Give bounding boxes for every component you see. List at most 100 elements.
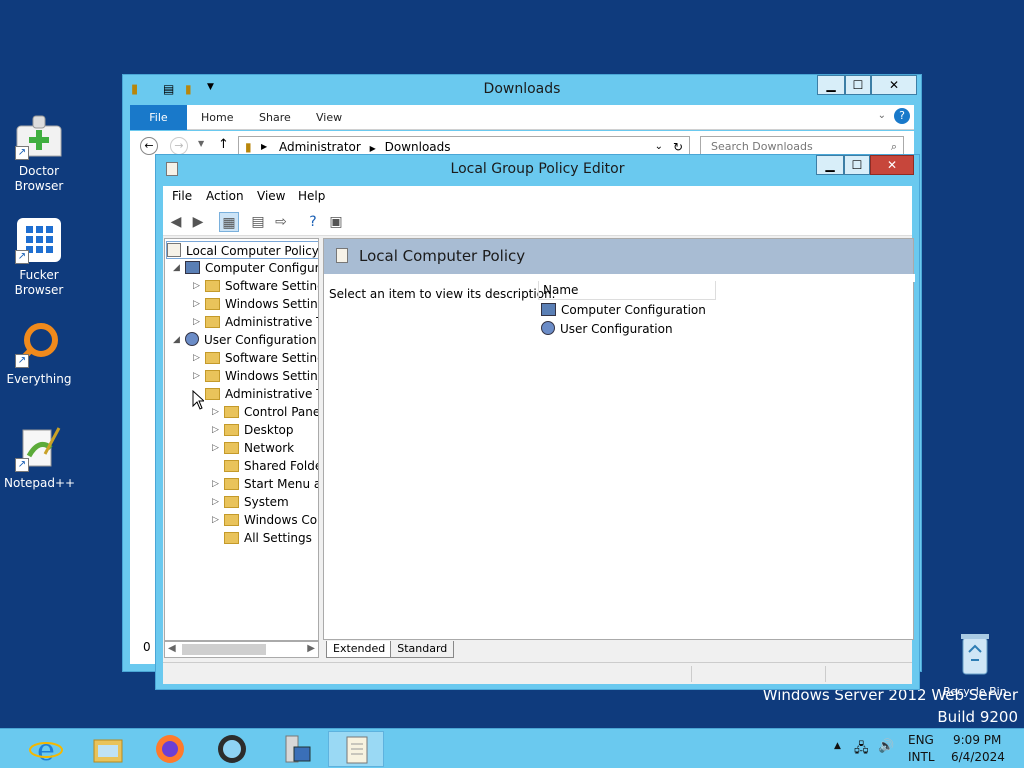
breadcrumb-downloads[interactable]: Downloads xyxy=(385,140,451,154)
column-header-name[interactable]: Name xyxy=(538,281,716,300)
expand-icon[interactable]: ▷ xyxy=(193,349,203,367)
tab-extended[interactable]: Extended xyxy=(326,641,393,658)
taskbar-file-explorer[interactable] xyxy=(80,731,136,767)
ribbon-tab-home[interactable]: Home xyxy=(201,111,233,124)
grid-app-icon: ↗ xyxy=(15,216,63,264)
clock-date[interactable]: 6/4/2024 xyxy=(951,750,1005,764)
taskbar-browser[interactable] xyxy=(204,731,260,767)
tree-node-network[interactable]: ▷ Network xyxy=(212,439,294,457)
maximize-button[interactable]: ☐ xyxy=(844,155,870,175)
menu-view[interactable]: View xyxy=(257,189,285,203)
tree-node-cc-administrative-templates[interactable]: ▷ Administrative Te xyxy=(193,313,318,331)
minimize-button[interactable]: ▁ xyxy=(816,155,844,175)
expand-icon[interactable]: ▷ xyxy=(212,421,222,439)
tree-node-cc-windows-settings[interactable]: ▷ Windows Setting xyxy=(193,295,318,313)
expand-icon[interactable]: ▷ xyxy=(193,367,203,385)
expand-icon[interactable]: ▷ xyxy=(193,295,203,313)
breadcrumb-administrator[interactable]: Administrator xyxy=(279,140,361,154)
properties-icon[interactable]: ▤ xyxy=(248,212,268,232)
ribbon-tab-share[interactable]: Share xyxy=(259,111,291,124)
tree-node-computer-configuration[interactable]: ◢ Computer Configura xyxy=(173,259,318,277)
collapse-icon[interactable]: ◢ xyxy=(173,259,183,277)
tree-node-uc-windows-settings[interactable]: ▷ Windows Setting xyxy=(193,367,319,385)
help-icon[interactable]: ? xyxy=(894,108,910,124)
desktop-icon-notepadpp[interactable]: ↗ Notepad++ xyxy=(4,424,75,491)
tab-standard[interactable]: Standard xyxy=(390,641,455,658)
export-list-icon[interactable]: ⇨ xyxy=(271,212,291,232)
taskbar-server-manager[interactable] xyxy=(268,731,324,767)
tree-node-user-configuration[interactable]: ◢ User Configuration xyxy=(173,331,317,349)
description-text: Select an item to view its description. xyxy=(329,287,556,301)
show-hide-tree-icon[interactable]: ▦ xyxy=(219,212,239,232)
menu-action[interactable]: Action xyxy=(206,189,244,203)
desktop-icon-label: Browser xyxy=(14,179,64,193)
tree-node-start-menu[interactable]: ▷ Start Menu ar xyxy=(212,475,319,493)
collapse-icon[interactable]: ◢ xyxy=(173,331,183,349)
forward-icon[interactable]: → xyxy=(170,137,188,155)
list-item-user-configuration[interactable]: User Configuration xyxy=(541,320,673,338)
desktop-icon-doctor-browser[interactable]: ↗ Doctor Browser xyxy=(4,112,74,194)
expand-icon[interactable]: ▷ xyxy=(212,439,222,457)
volume-icon[interactable]: 🔊 xyxy=(878,739,894,754)
maximize-button[interactable]: ☐ xyxy=(845,75,871,95)
help-icon[interactable]: ? xyxy=(303,212,323,232)
back-arrow-icon[interactable]: ◀ xyxy=(166,212,186,232)
gpe-titlebar[interactable]: Local Group Policy Editor ▁ ☐ ✕ xyxy=(156,155,919,185)
list-item-computer-configuration[interactable]: Computer Configuration xyxy=(541,301,706,319)
scroll-left-icon[interactable]: ◀ xyxy=(168,643,176,654)
language-indicator-1[interactable]: ENG xyxy=(908,733,934,747)
expand-icon[interactable]: ▷ xyxy=(212,493,222,511)
tree-node-uc-software-settings[interactable]: ▷ Software Settings xyxy=(193,349,318,367)
expand-icon[interactable]: ▷ xyxy=(212,511,222,529)
tree-node-shared-folders[interactable]: Shared Folder xyxy=(212,457,318,475)
up-arrow-icon[interactable]: ↑ xyxy=(218,137,229,152)
close-button[interactable]: ✕ xyxy=(871,75,917,95)
tree-node-system[interactable]: ▷ System xyxy=(212,493,289,511)
explorer-titlebar[interactable]: ▮ ▤ ▮ ▼ Downloads ▁ ☐ ✕ xyxy=(123,75,921,105)
desktop-icon-fucker-browser[interactable]: ↗ Fucker Browser xyxy=(4,216,74,298)
taskbar-group-policy-editor[interactable] xyxy=(328,731,384,767)
policy-tree[interactable]: Local Computer Policy ◢ Computer Configur… xyxy=(164,238,319,641)
ribbon-tab-view[interactable]: View xyxy=(316,111,342,124)
tree-node-desktop[interactable]: ▷ Desktop xyxy=(212,421,294,439)
scrollbar-thumb[interactable] xyxy=(182,644,266,655)
details-pane[interactable]: Local Computer Policy Select an item to … xyxy=(323,238,915,640)
network-icon[interactable]: 🖧 xyxy=(854,739,869,761)
tree-node-control-panel[interactable]: ▷ Control Panel xyxy=(212,403,319,421)
mouse-cursor-icon xyxy=(192,390,204,410)
tree-node-uc-administrative-templates[interactable]: Administrative Te xyxy=(193,385,318,403)
tree-node-all-settings[interactable]: All Settings xyxy=(212,529,312,547)
desktop-icon-recycle-bin[interactable]: Recycle Bin xyxy=(940,630,1010,698)
expand-icon[interactable]: ▷ xyxy=(212,475,222,493)
tree-node-label: Start Menu ar xyxy=(244,477,319,491)
scroll-right-icon[interactable]: ▶ xyxy=(307,643,315,654)
tree-node-local-computer-policy[interactable]: Local Computer Policy xyxy=(166,241,318,259)
language-indicator-2[interactable]: INTL xyxy=(908,750,935,764)
show-hidden-icons-icon[interactable]: ▲ xyxy=(834,741,841,751)
forward-arrow-icon[interactable]: ▶ xyxy=(188,212,208,232)
expand-icon[interactable]: ▷ xyxy=(193,313,203,331)
taskbar-firefox[interactable] xyxy=(142,731,198,767)
clock-time[interactable]: 9:09 PM xyxy=(953,733,1001,747)
back-icon[interactable]: ← xyxy=(140,137,158,155)
close-button[interactable]: ✕ xyxy=(870,155,914,175)
tree-node-windows-components[interactable]: ▷ Windows Cor xyxy=(212,511,318,529)
menu-help[interactable]: Help xyxy=(298,189,325,203)
desktop-icon-everything[interactable]: ↗ Everything xyxy=(4,320,74,387)
folder-icon xyxy=(224,424,239,436)
tree-node-cc-software-settings[interactable]: ▷ Software Settings xyxy=(193,277,318,295)
tree-node-label: Windows Setting xyxy=(225,369,319,383)
gpe-window[interactable]: Local Group Policy Editor ▁ ☐ ✕ File Act… xyxy=(155,154,920,690)
taskbar-internet-explorer[interactable]: e xyxy=(18,731,74,768)
globe-icon xyxy=(218,735,246,763)
expand-icon[interactable]: ▷ xyxy=(193,277,203,295)
minimize-button[interactable]: ▁ xyxy=(817,75,845,95)
tree-horizontal-scrollbar[interactable]: ◀ ▶ xyxy=(164,641,319,658)
chevron-down-icon[interactable]: ⌄ xyxy=(878,110,886,121)
extended-view-icon[interactable]: ▣ xyxy=(326,212,346,232)
expand-icon[interactable]: ▷ xyxy=(212,403,222,421)
menu-file[interactable]: File xyxy=(172,189,192,203)
ribbon-tab-file[interactable]: File xyxy=(130,105,187,130)
chevron-down-icon[interactable]: ▼ xyxy=(198,139,204,148)
tree-node-label: Control Panel xyxy=(244,405,319,419)
